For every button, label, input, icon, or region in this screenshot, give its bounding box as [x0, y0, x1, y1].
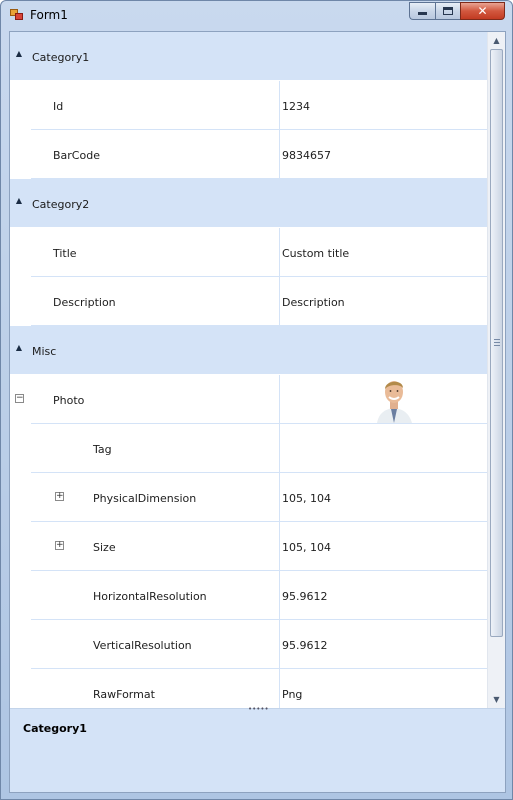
category-label: Misc — [32, 345, 57, 358]
property-row-physicaldimension[interactable]: + PhysicalDimension 105, 104 — [10, 473, 487, 522]
category-row-misc[interactable]: ▲ Misc — [10, 326, 487, 375]
collapse-chevron-icon[interactable]: ▲ — [14, 49, 24, 59]
property-name: RawFormat — [93, 688, 155, 701]
caption-buttons: ✕ — [409, 2, 505, 20]
form-app-icon[interactable] — [10, 9, 24, 21]
category-label: Category2 — [32, 198, 90, 211]
help-title: Category1 — [23, 722, 87, 735]
maximize-icon — [443, 7, 453, 15]
property-row-tag[interactable]: Tag — [10, 424, 487, 473]
property-name: Title — [53, 247, 77, 260]
category-row-category1[interactable]: ▲ Category1 — [10, 32, 487, 81]
collapse-minus-icon[interactable]: − — [15, 394, 24, 403]
minimize-button[interactable] — [409, 2, 435, 20]
property-row-size[interactable]: + Size 105, 104 — [10, 522, 487, 571]
property-name: PhysicalDimension — [93, 492, 197, 505]
property-name: VerticalResolution — [93, 639, 192, 652]
collapse-chevron-icon[interactable]: ▲ — [14, 196, 24, 206]
property-value[interactable]: Png — [282, 688, 302, 701]
property-name: Tag — [93, 443, 112, 456]
property-name: Size — [93, 541, 116, 554]
maximize-button[interactable] — [435, 2, 460, 20]
help-panel: Category1 — [10, 712, 505, 792]
property-name: Id — [53, 100, 64, 113]
grip-icon — [494, 339, 500, 346]
property-row-photo[interactable]: − Photo — [10, 375, 487, 424]
property-value[interactable]: 105, 104 — [282, 492, 331, 505]
property-grid: ▲ Category1 Id 1234 BarCode 9834657 ▲ Cate… — [10, 32, 487, 708]
property-value[interactable]: 1234 — [282, 100, 310, 113]
property-name: BarCode — [53, 149, 100, 162]
property-value[interactable]: Custom title — [282, 247, 349, 260]
category-label: Category1 — [32, 51, 90, 64]
splitter-grip-icon: ••••• — [248, 705, 269, 713]
property-name: Description — [53, 296, 116, 309]
close-button[interactable]: ✕ — [460, 2, 505, 20]
property-row-description[interactable]: Description Description — [10, 277, 487, 326]
property-name: HorizontalResolution — [93, 590, 207, 603]
property-value[interactable]: 95.9612 — [282, 639, 328, 652]
property-row-id[interactable]: Id 1234 — [10, 81, 487, 130]
title-bar[interactable]: Form1 ✕ — [1, 1, 512, 29]
property-row-title[interactable]: Title Custom title — [10, 228, 487, 277]
property-name: Photo — [53, 394, 85, 407]
property-value[interactable]: 95.9612 — [282, 590, 328, 603]
app-window: Form1 ✕ ▲ Category1 Id 1234 BarCode 983465… — [0, 0, 513, 800]
property-value[interactable]: 105, 104 — [282, 541, 331, 554]
photo-thumbnail — [369, 375, 419, 423]
property-row-barcode[interactable]: BarCode 9834657 — [10, 130, 487, 179]
property-row-horizontalresolution[interactable]: HorizontalResolution 95.9612 — [10, 571, 487, 620]
vertical-scrollbar[interactable]: ▲ ▼ — [487, 32, 505, 708]
scroll-down-arrow-icon[interactable]: ▼ — [488, 691, 505, 708]
collapse-chevron-icon[interactable]: ▲ — [14, 343, 24, 353]
property-value[interactable]: 9834657 — [282, 149, 331, 162]
property-value[interactable]: Description — [282, 296, 345, 309]
property-grid-control: ▲ Category1 Id 1234 BarCode 9834657 ▲ Cate… — [9, 31, 506, 793]
property-row-rawformat[interactable]: RawFormat Png — [10, 669, 487, 708]
scrollbar-thumb[interactable] — [490, 49, 503, 637]
scroll-up-arrow-icon[interactable]: ▲ — [488, 32, 505, 49]
close-icon: ✕ — [477, 4, 488, 18]
minimize-icon — [418, 12, 427, 15]
window-title: Form1 — [30, 8, 68, 22]
category-row-category2[interactable]: ▲ Category2 — [10, 179, 487, 228]
property-row-verticalresolution[interactable]: VerticalResolution 95.9612 — [10, 620, 487, 669]
